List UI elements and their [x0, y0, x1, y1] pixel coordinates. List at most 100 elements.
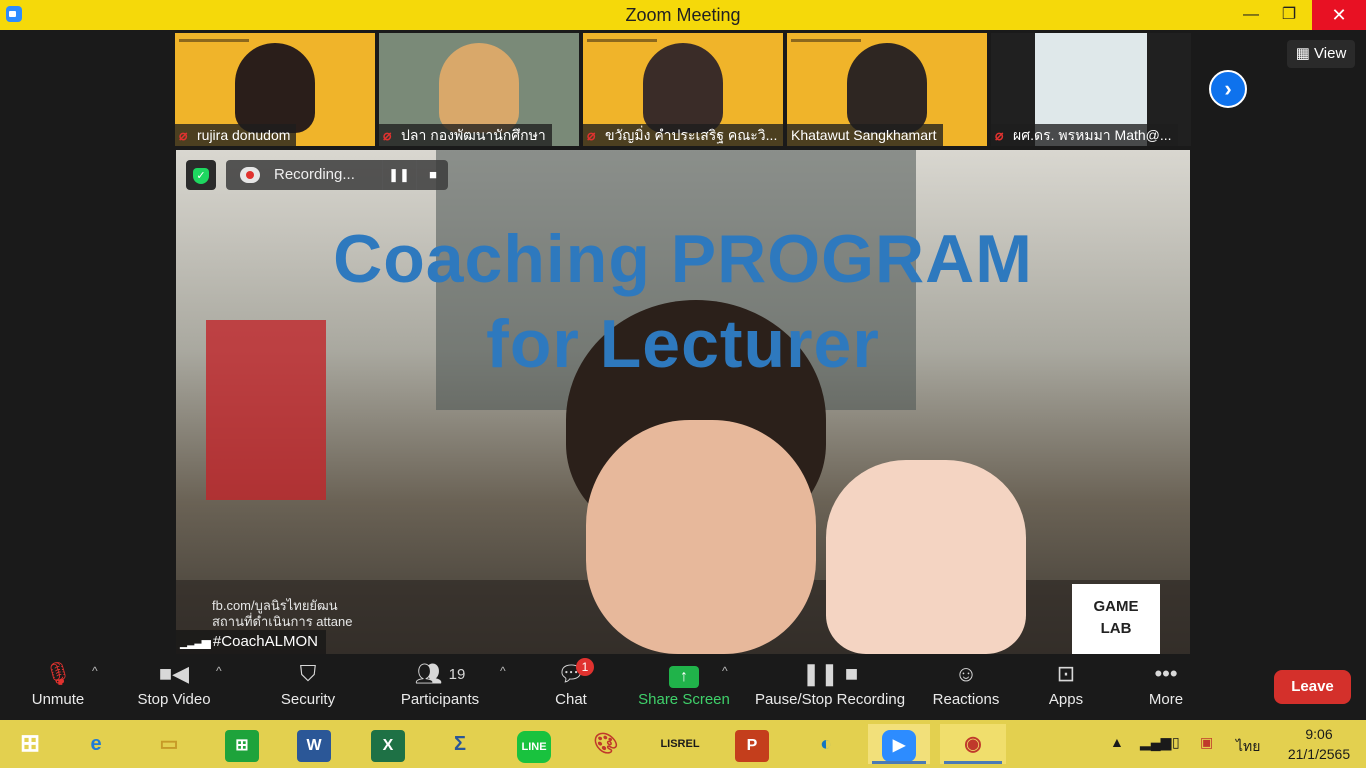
participant-thumbnail[interactable]: ⌀ ปลา กองพัฒนานักศึกษา: [379, 33, 579, 146]
lisrel-icon[interactable]: LISREL: [656, 724, 704, 764]
video-options-caret[interactable]: ^: [216, 664, 222, 678]
security-button[interactable]: ⛉ Security: [270, 654, 346, 720]
apps-button[interactable]: ⊡ Apps: [1036, 654, 1096, 720]
background-credits: fb.com/บูลนิรไทยยัฒน สถานที่ดำเนินการ at…: [212, 598, 353, 629]
mic-off-icon: 🎙︎: [44, 661, 72, 686]
recording-indicator: Recording... ❚❚ ■: [226, 160, 448, 190]
windows-start-icon[interactable]: ⊞: [6, 724, 54, 764]
mic-off-icon: ⌀: [383, 127, 392, 143]
maximize-icon: ❐: [1281, 6, 1297, 23]
tray-chevron-up-icon[interactable]: ▲: [1110, 734, 1124, 750]
pause-recording-button[interactable]: ❚❚: [382, 160, 415, 190]
chrome-icon[interactable]: ◉: [940, 724, 1006, 764]
chat-button[interactable]: 💬︎ 1 Chat: [538, 654, 604, 720]
view-button[interactable]: ▦ View: [1287, 40, 1355, 68]
input-language[interactable]: ไทย: [1236, 736, 1260, 758]
speaker-name-tag: ▁▂▃▅ #CoachALMON: [176, 630, 326, 654]
participants-icon: 👥︎: [414, 661, 443, 686]
pause-stop-icon: ❚❚ ■: [801, 661, 859, 686]
stop-recording-button[interactable]: ■: [416, 160, 449, 190]
signal-strength-icon: ▁▂▃▅: [180, 635, 211, 649]
participant-name: ผศ.ดร. พรหมมา Math@...: [1013, 127, 1172, 143]
background-headline: Coaching PROGRAM: [333, 221, 1033, 297]
unmute-button[interactable]: 🎙︎ Unmute ^: [20, 654, 98, 720]
participant-thumbnail[interactable]: Khatawut Sangkhamart: [787, 33, 987, 146]
window-title: Zoom Meeting: [625, 5, 741, 25]
participant-name-bar: ⌀ ขวัญมิ่ง คำประเสริฐ คณะวิ...: [583, 124, 783, 146]
close-button[interactable]: ✕: [1312, 0, 1366, 30]
participant-thumbnail[interactable]: ⌀ rujira donudom: [175, 33, 375, 146]
edge-icon[interactable]: ◐: [802, 724, 850, 764]
battery-icon[interactable]: ▯: [1172, 734, 1180, 751]
participant-name: ปลา กองพัฒนานักศึกษา: [401, 127, 546, 143]
share-screen-button[interactable]: ↑ Share Screen ^: [634, 654, 734, 720]
shield-icon: ✓: [193, 168, 209, 184]
participant-name: Khatawut Sangkhamart: [791, 127, 937, 143]
participant-video: [439, 43, 519, 133]
security-shield-button[interactable]: ✓: [186, 160, 216, 190]
system-clock[interactable]: 9:06 21/1/2565: [1280, 724, 1358, 764]
more-icon: •••: [1154, 661, 1178, 686]
participant-video: [643, 43, 723, 133]
participant-thumbnail[interactable]: ⌀ ผศ.ดร. พรหมมา Math@...: [991, 33, 1191, 146]
next-page-button[interactable]: ›: [1209, 70, 1247, 108]
grid-icon: ▦: [1295, 45, 1315, 62]
participants-count: 19: [448, 666, 466, 684]
participant-name: rujira donudom: [197, 127, 291, 143]
line-app-icon[interactable]: LINE: [510, 724, 558, 764]
reactions-button[interactable]: ☺ Reactions: [926, 654, 1006, 720]
meeting-toolbar: 🎙︎ Unmute ^ ■◀ Stop Video ^ ⛉ Security 👥…: [0, 654, 1366, 720]
internet-explorer-icon[interactable]: e: [72, 724, 120, 764]
maximize-button[interactable]: ❐: [1266, 0, 1312, 30]
recording-label: Recording...: [274, 166, 355, 183]
cellular-signal-icon[interactable]: ▂▄▆: [1140, 734, 1171, 751]
chat-icon: 💬︎: [557, 661, 585, 686]
chevron-right-icon: ›: [1224, 76, 1232, 101]
stop-icon: ■: [429, 167, 437, 182]
background-subheadline: for Lecturer: [486, 306, 880, 382]
mic-off-icon: ⌀: [587, 127, 596, 143]
share-options-caret[interactable]: ^: [722, 664, 728, 678]
view-label: View: [1314, 45, 1347, 62]
network-disconnected-icon[interactable]: ▣: [1200, 734, 1213, 751]
video-icon: ■◀: [158, 661, 190, 686]
powerpoint-icon[interactable]: P: [728, 724, 776, 764]
active-speaker-video: Coaching PROGRAM for Lecturer fb.com/บูล…: [176, 150, 1190, 654]
participant-video: [235, 43, 315, 133]
speaker-name: #CoachALMON: [212, 633, 318, 650]
participant-name-bar: ⌀ rujira donudom: [175, 124, 297, 146]
close-icon: ✕: [1331, 5, 1347, 25]
title-bar: Zoom Meeting — ❐ ✕: [0, 0, 1366, 30]
participant-name: ขวัญมิ่ง คำประเสริฐ คณะวิ...: [605, 127, 778, 143]
participant-thumbnails: ⌀ rujira donudom ⌀ ปลา กองพัฒนานักศึกษา ⌀ ข…: [175, 33, 1191, 146]
gamelab-logo: GAME LAB: [1072, 584, 1160, 654]
excel-icon[interactable]: X: [364, 724, 412, 764]
file-explorer-icon[interactable]: ▭: [145, 724, 193, 764]
participant-name-bar: ⌀ ปลา กองพัฒนานักศึกษา: [379, 124, 552, 146]
reactions-icon: ☺: [954, 661, 978, 686]
participant-name-bar: Khatawut Sangkhamart: [787, 124, 943, 146]
math-input-icon[interactable]: Σ: [436, 724, 484, 764]
stop-video-button[interactable]: ■◀ Stop Video ^: [128, 654, 222, 720]
leave-button[interactable]: Leave: [1274, 670, 1351, 704]
minimize-icon: —: [1243, 6, 1259, 23]
clock-date: 21/1/2565: [1287, 746, 1351, 762]
participant-name-bar: ⌀ ผศ.ดร. พรหมมา Math@...: [991, 124, 1178, 146]
paint-icon[interactable]: 🎨︎: [582, 724, 630, 764]
more-button[interactable]: ••• More: [1136, 654, 1196, 720]
share-icon: ↑: [669, 666, 699, 688]
cloud-recording-icon: [240, 167, 260, 183]
zoom-taskbar-icon[interactable]: ▶: [868, 724, 930, 764]
word-icon[interactable]: W: [290, 724, 338, 764]
audio-options-caret[interactable]: ^: [92, 664, 98, 678]
clock-time: 9:06: [1305, 726, 1333, 742]
pause-icon: ❚❚: [388, 167, 410, 182]
participants-options-caret[interactable]: ^: [500, 664, 506, 678]
participants-button[interactable]: 👥︎ 19 Participants ^: [392, 654, 506, 720]
shield-icon: ⛉: [299, 661, 317, 686]
apps-icon: ⊡: [1056, 661, 1076, 686]
participant-video: [847, 43, 927, 133]
pause-stop-recording-button[interactable]: ❚❚ ■ Pause/Stop Recording: [750, 654, 910, 720]
participant-thumbnail[interactable]: ⌀ ขวัญมิ่ง คำประเสริฐ คณะวิ...: [583, 33, 783, 146]
store-icon[interactable]: ⊞: [218, 724, 266, 764]
